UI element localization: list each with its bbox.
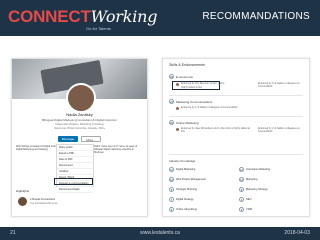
- endorsement-highlight-box: [172, 81, 220, 90]
- slide-title: RECOMMANDATIONS: [202, 11, 310, 22]
- profile-name: Nadia Zanitsky: [66, 112, 93, 117]
- industry-skill-label: Marketing Strategy: [246, 188, 268, 191]
- footer-bar: 21 www.lestalents.ca 2018-04-03: [0, 227, 320, 240]
- more-button[interactable]: More...: [81, 136, 101, 142]
- endorser-avatar: [176, 128, 179, 131]
- divider: [169, 154, 303, 155]
- divider: [169, 95, 303, 96]
- divider: [169, 116, 303, 117]
- industry-skill-label: Web Project Management: [176, 178, 206, 181]
- skill-count-badge: 9: [169, 187, 174, 192]
- industry-skill-label: Online Advertising: [176, 208, 197, 211]
- skill-count-badge: 3: [239, 207, 244, 212]
- industry-skill-label: SEO: [246, 198, 252, 201]
- industry-skill-label: Strategic Planning: [176, 188, 198, 191]
- highlights-heading: Highlights: [16, 189, 30, 193]
- highlight-text: 4 Mutual Connections: [30, 198, 56, 201]
- skill-name[interactable]: Marketing Communications: [176, 100, 212, 104]
- skill-count-badge: 7: [169, 197, 174, 202]
- skill-name[interactable]: E-commerce: [176, 75, 193, 79]
- skills-title: Skills & Endorsements: [169, 63, 205, 67]
- skill-name[interactable]: Online Marketing: [176, 121, 199, 125]
- endorser-avatar: [176, 107, 179, 110]
- industry-skill-label: Marketing: [246, 178, 258, 181]
- skill-count-badge: 13: [239, 177, 244, 182]
- connectworking-logo: CONNECTWorking: [8, 7, 157, 27]
- industry-skill-label: Digital Marketing: [176, 168, 196, 171]
- highlight-avatar: [18, 197, 27, 206]
- skill-count-badge[interactable]: 20: [169, 120, 174, 125]
- logo-tagline: Go for Talents: [86, 26, 111, 31]
- industry-skill-label: Interactive Marketing: [246, 168, 271, 171]
- logo-connect-text: CONNECT: [8, 7, 91, 26]
- skill-colleague-endorsement: Endorsed by 2 of Nadia's colleagues at C…: [258, 127, 300, 133]
- skill-count-badge[interactable]: 21: [169, 99, 174, 104]
- profile-subtitle: Independent Digital • Marketing & Strate…: [55, 123, 104, 126]
- industry-skill-label: Digital Strategy: [176, 198, 194, 201]
- logo-working-text: Working: [90, 7, 158, 26]
- skill-count-badge: 10: [169, 177, 174, 182]
- skill-colleague-endorsement: Endorsed by 5 of Nadia's colleagues at C…: [258, 82, 300, 88]
- skill-endorsement: Endorsed by Jake Richardson and 1 other …: [181, 127, 250, 133]
- skill-endorsement: Endorsed by 2 of Nadia's colleagues at C…: [181, 106, 238, 109]
- skill-count-badge[interactable]: 22: [169, 74, 174, 79]
- message-button[interactable]: Message: [58, 136, 78, 142]
- skills-screenshot: Skills & Endorsements 22 E-commerce Endo…: [162, 58, 310, 217]
- skill-count-badge: 12: [239, 167, 244, 172]
- slide: CONNECTWorking Go for Talents RECOMMANDA…: [0, 0, 320, 240]
- industry-knowledge-heading: Industry Knowledge: [169, 159, 196, 163]
- highlight-subtext: You and Nadia both know...: [30, 202, 60, 205]
- industry-skill-label: CRM: [246, 208, 252, 211]
- skill-count-badge: 11: [169, 167, 174, 172]
- profile-summary-right: Hello! I have been in IT since 11 years …: [94, 145, 138, 154]
- footer-url: www.lestalents.ca: [140, 230, 180, 236]
- recommend-highlight-box: [54, 178, 93, 185]
- skill-count-badge: 8: [239, 187, 244, 192]
- skill-count-badge: 4: [239, 197, 244, 202]
- dropdown-item[interactable]: Recommend Nadia: [57, 187, 93, 193]
- profile-screenshot: Nadia Zanitsky Bilingual Digital Marketi…: [11, 58, 148, 217]
- profile-headline: Bilingual Digital Marketing Consultant &…: [41, 118, 118, 122]
- profile-avatar: [66, 83, 96, 113]
- footer-date: 2018-04-03: [284, 230, 310, 236]
- profile-location: Vancouver, British Columbia, Canada • 50…: [53, 127, 106, 130]
- skill-count-badge: 6: [169, 207, 174, 212]
- header-bar: CONNECTWorking Go for Talents RECOMMANDA…: [0, 0, 320, 36]
